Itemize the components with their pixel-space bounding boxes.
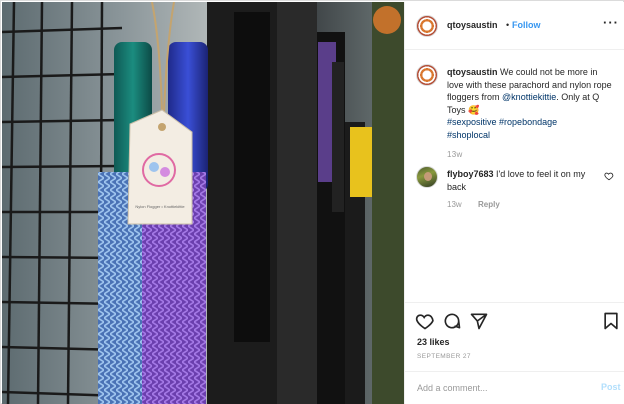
- commenter-username[interactable]: flyboy7683: [447, 169, 494, 179]
- bookmark-icon[interactable]: [601, 311, 621, 331]
- hashtag-link[interactable]: #shoplocal: [447, 130, 490, 140]
- post-header: qtoysaustin • Follow ···: [405, 2, 624, 50]
- comment-text: flyboy7683 I'd love to feel it on my bac…: [447, 168, 597, 193]
- hashtag-link[interactable]: #sexpositive: [447, 117, 497, 127]
- post-actions: 23 likes SEPTEMBER 27 Post: [405, 302, 624, 402]
- flogger-photo-illustration: Nylon Flogger • Knottiekittie: [2, 2, 404, 404]
- smiling-face-hearts-emoji: 🥰: [468, 104, 480, 115]
- post-date[interactable]: SEPTEMBER 27: [417, 353, 471, 360]
- share-icon[interactable]: [469, 311, 489, 331]
- like-count[interactable]: 23 likes: [417, 337, 450, 347]
- author-avatar[interactable]: [416, 15, 438, 37]
- comment-timestamp[interactable]: 13w: [447, 200, 462, 209]
- tag-label: Nylon Flogger • Knottiekittie: [135, 204, 185, 209]
- add-comment-row: Post: [405, 371, 624, 403]
- commenter-avatar[interactable]: [416, 166, 438, 188]
- caption-username[interactable]: qtoysaustin: [447, 67, 498, 77]
- post-comment-button[interactable]: Post: [601, 382, 621, 392]
- caption-avatar[interactable]: [416, 64, 438, 86]
- comment-icon[interactable]: [442, 311, 462, 331]
- reply-button[interactable]: Reply: [478, 200, 500, 209]
- author-username[interactable]: qtoysaustin: [447, 20, 498, 30]
- more-options-icon[interactable]: ···: [603, 15, 619, 30]
- separator-dot: •: [506, 20, 510, 30]
- mention-link[interactable]: @knottiekittie: [502, 92, 556, 102]
- comment-input[interactable]: [417, 381, 587, 395]
- caption-text: qtoysaustin We could not be more in love…: [447, 66, 615, 141]
- follow-button[interactable]: Follow: [512, 20, 541, 30]
- instagram-post-modal: Nylon Flogger • Knottiekittie qtoysausti…: [0, 0, 624, 404]
- caption-timestamp[interactable]: 13w: [447, 150, 463, 159]
- post-photo[interactable]: Nylon Flogger • Knottiekittie: [2, 2, 404, 404]
- hashtag-link[interactable]: #ropebondage: [499, 117, 557, 127]
- post-details-panel: qtoysaustin • Follow ··· qtoysaustin We …: [404, 2, 624, 404]
- heart-icon[interactable]: [604, 171, 614, 181]
- product-tag: Nylon Flogger • Knottiekittie: [127, 109, 193, 225]
- heart-icon[interactable]: [415, 311, 435, 331]
